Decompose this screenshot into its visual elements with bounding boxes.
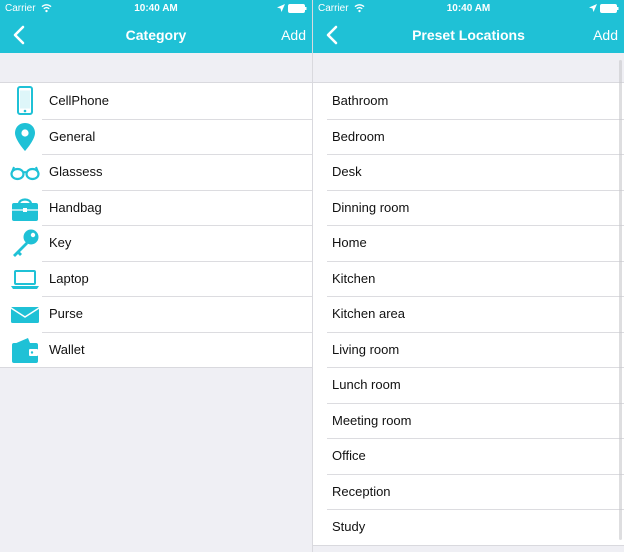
page-title: Category — [125, 27, 187, 43]
category-item-key[interactable]: Key — [0, 225, 312, 261]
location-item[interactable]: Reception — [313, 473, 624, 510]
location-item[interactable]: Dinning room — [313, 189, 624, 226]
header: Carrier 10:40 AM Preset Locations Add — [313, 0, 624, 53]
location-item[interactable]: Office — [313, 438, 624, 474]
location-label: Reception — [332, 483, 391, 499]
location-item[interactable]: Desk — [313, 154, 624, 190]
handbag-icon — [12, 197, 38, 221]
category-label: Purse — [49, 306, 83, 321]
category-screen: Carrier 10:40 AM Category Add CellPhone … — [0, 0, 312, 552]
scrollbar[interactable] — [619, 60, 622, 540]
location-label: Home — [332, 235, 367, 250]
location-item[interactable]: Meeting room — [313, 402, 624, 439]
category-item-wallet[interactable]: Wallet — [0, 331, 312, 368]
location-item[interactable]: Kitchen — [313, 260, 624, 297]
location-label: Dinning room — [332, 199, 410, 215]
location-label: Bedroom — [332, 128, 385, 144]
category-item-glassess[interactable]: Glassess — [0, 154, 312, 190]
category-item-purse[interactable]: Purse — [0, 296, 312, 332]
location-label: Living room — [332, 341, 400, 357]
location-item[interactable]: Living room — [313, 331, 624, 368]
status-time: 10:40 AM — [446, 3, 491, 14]
add-button[interactable]: Add — [281, 27, 306, 43]
location-label: Kitchen — [332, 270, 376, 286]
battery-icon — [600, 4, 619, 13]
status-bar: Carrier 10:40 AM — [0, 0, 312, 17]
status-time: 10:40 AM — [134, 3, 178, 14]
category-label: Wallet — [49, 341, 85, 357]
header: Carrier 10:40 AM Category Add — [0, 0, 312, 53]
category-label: Laptop — [49, 270, 89, 286]
location-item[interactable]: Home — [313, 225, 624, 261]
location-arrow-icon — [589, 4, 597, 12]
category-label: CellPhone — [49, 93, 109, 108]
purse-icon — [10, 307, 40, 323]
location-label: Meeting room — [332, 412, 412, 428]
category-list: CellPhone General Glassess Handbag Key L… — [0, 82, 312, 368]
location-item[interactable]: Bedroom — [313, 118, 624, 155]
location-label: Kitchen area — [332, 306, 405, 321]
key-icon — [13, 229, 39, 257]
location-label: Desk — [332, 164, 362, 179]
location-item[interactable]: Kitchen area — [313, 296, 624, 332]
category-item-cellphone[interactable]: CellPhone — [0, 83, 312, 119]
category-item-general[interactable]: General — [0, 118, 312, 155]
navigation-bar: Category Add — [0, 17, 312, 53]
back-button[interactable] — [8, 23, 32, 47]
preset-locations-screen: Carrier 10:40 AM Preset Locations Add Ba… — [312, 0, 624, 552]
category-label: General — [49, 128, 96, 144]
glasses-icon — [10, 166, 40, 181]
location-item[interactable]: Lunch room — [313, 367, 624, 403]
location-label: Office — [332, 448, 366, 463]
laptop-icon — [11, 269, 39, 289]
category-label: Glassess — [49, 164, 103, 179]
category-label: Key — [49, 235, 72, 250]
category-label: Handbag — [49, 199, 102, 215]
wallet-icon — [12, 337, 38, 363]
location-label: Lunch room — [332, 377, 401, 392]
page-title: Preset Locations — [412, 27, 525, 43]
location-item[interactable]: Bathroom — [313, 83, 624, 119]
add-button[interactable]: Add — [593, 27, 618, 43]
battery-icon — [288, 4, 307, 13]
location-label: Study — [332, 519, 366, 534]
location-arrow-icon — [277, 4, 285, 12]
status-bar: Carrier 10:40 AM — [313, 0, 624, 17]
back-button[interactable] — [321, 23, 345, 47]
map-pin-icon — [15, 122, 35, 151]
location-item[interactable]: Study — [313, 509, 624, 545]
category-item-handbag[interactable]: Handbag — [0, 189, 312, 226]
location-list: Bathroom Bedroom Desk Dinning room Home … — [313, 82, 624, 546]
navigation-bar: Preset Locations Add — [313, 17, 624, 53]
category-item-laptop[interactable]: Laptop — [0, 260, 312, 297]
location-label: Bathroom — [332, 93, 389, 108]
cellphone-icon — [17, 86, 33, 115]
